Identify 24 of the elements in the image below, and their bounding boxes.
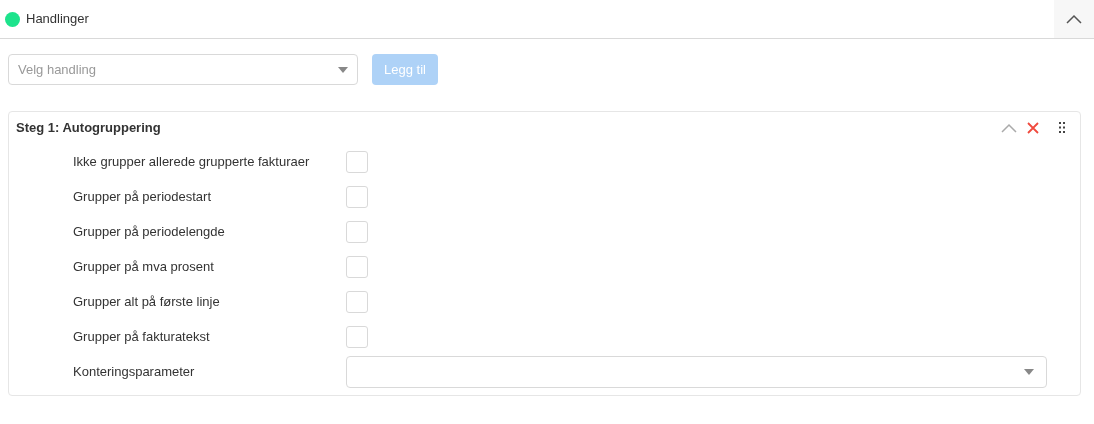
checkbox[interactable] (346, 255, 368, 278)
option-label: Grupper på periodestart (73, 187, 213, 206)
option-label: Grupper på periodelengde (73, 222, 226, 241)
action-dropdown[interactable]: Velg handling (8, 54, 358, 85)
option-label: Grupper alt på første linje (73, 292, 221, 311)
checkbox[interactable] (346, 220, 368, 243)
checkbox[interactable] (346, 290, 368, 313)
step-title: Steg 1: Autogruppering (16, 119, 161, 138)
chevron-icon (1001, 123, 1017, 133)
checkbox[interactable] (346, 150, 368, 173)
caret-icon (338, 66, 348, 73)
close-icon[interactable] (1027, 122, 1039, 134)
section-title: Handlinger (26, 10, 89, 29)
option-label: Grupper på mva prosent (73, 257, 215, 276)
option-label: Konteringsparameter (73, 362, 196, 381)
collapse-button[interactable] (1054, 0, 1094, 38)
chevron-icon (1066, 14, 1082, 24)
checkbox[interactable] (346, 325, 368, 348)
option-label: Grupper på fakturatekst (73, 327, 211, 346)
option-label: Ikke grupper allerede grupperte fakturaer (73, 152, 311, 171)
select-field[interactable] (346, 355, 1047, 388)
caret-icon (1024, 368, 1034, 375)
drag-handle-icon[interactable] (1059, 122, 1065, 134)
checkbox[interactable] (346, 185, 368, 208)
